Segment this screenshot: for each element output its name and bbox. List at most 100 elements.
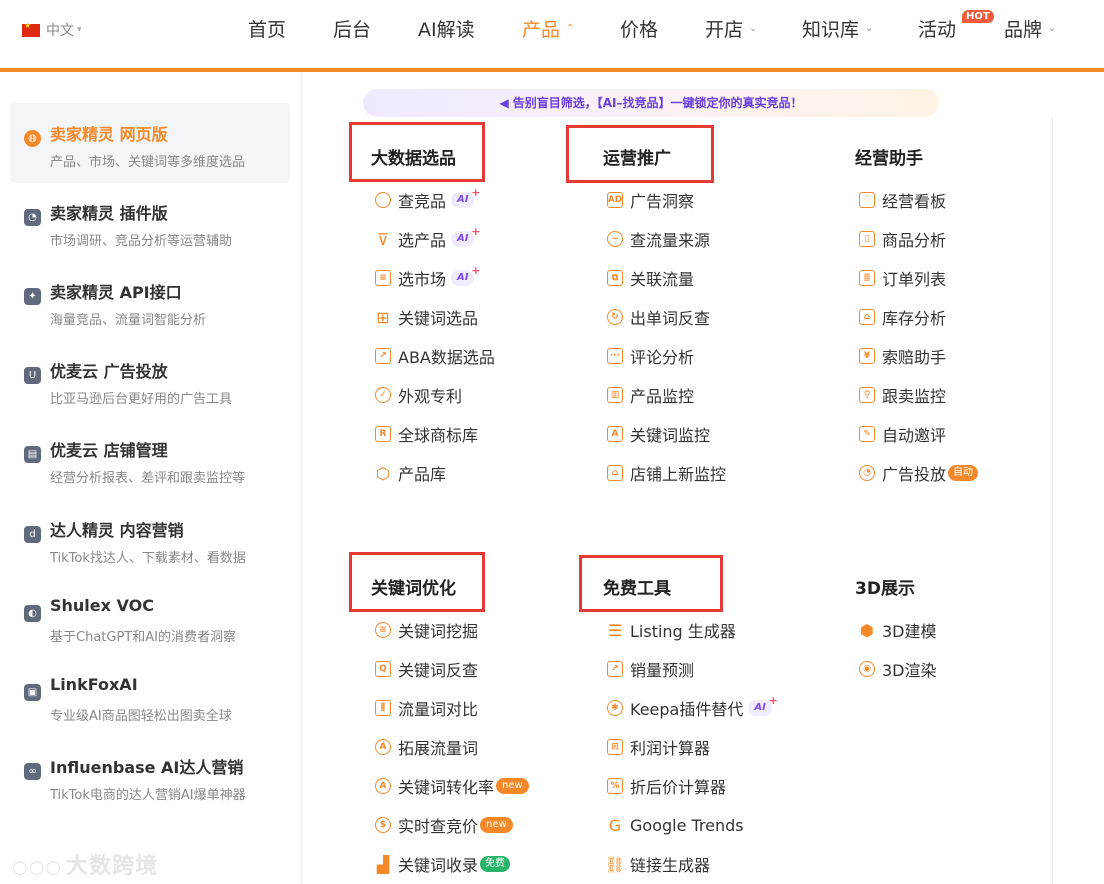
- menu-item-google-trends[interactable]: G Google Trends: [607, 814, 744, 836]
- menu-item-keyword-indexing[interactable]: ▟ 关键词收录 免费: [375, 853, 511, 875]
- menu-item-keyword-monitor[interactable]: A 关键词监控: [607, 423, 710, 445]
- section-title-keyword-optimization: 关键词优化: [371, 579, 456, 599]
- nav-label: 后台: [333, 19, 372, 41]
- menu-item-inventory-analysis[interactable]: ⌂ 库存分析: [859, 306, 946, 328]
- menu-item-label: Google Trends: [630, 815, 744, 835]
- menu-item-product-select[interactable]: ⊽ 选产品 AI: [375, 224, 481, 250]
- sidebar-item-title: 卖家精灵 插件版: [50, 204, 168, 223]
- menu-item-3d-modeling[interactable]: ⬢ 3D建模: [859, 619, 937, 642]
- chevron-down-icon: ▾: [77, 25, 82, 35]
- link-icon: ∞: [24, 763, 41, 780]
- menu-item-new-listing-monitor[interactable]: ⌂ 店铺上新监控: [607, 462, 726, 484]
- menu-item-keyword-mining[interactable]: ≡ 关键词挖掘: [375, 619, 478, 641]
- menu-item-competitor-search[interactable]: 查竞品 AI: [375, 185, 481, 211]
- menu-item-order-keyword-reverse[interactable]: ↻ 出单词反查: [607, 306, 710, 328]
- menu-item-ad-insight[interactable]: AD 广告洞察: [607, 189, 694, 211]
- menu-item-3d-rendering[interactable]: ◉ 3D渲染: [859, 658, 937, 680]
- watermark-text: 大数跨境: [66, 854, 159, 879]
- menu-item-ad-placement[interactable]: ◔ 广告投放 自动: [859, 462, 979, 484]
- box-icon: ⬡: [376, 463, 390, 483]
- menu-item-label: 3D渲染: [882, 661, 937, 680]
- menu-item-keyword-product[interactable]: ⊞ 关键词选品: [375, 306, 478, 329]
- menu-item-aba-data[interactable]: ↗ ABA数据选品: [375, 345, 495, 367]
- menu-item-discount-calculator[interactable]: % 折后价计算器: [607, 775, 726, 797]
- product-analysis-icon: ▯: [859, 231, 875, 247]
- menu-item-keyword-conversion-rate[interactable]: A 关键词转化率 new: [375, 775, 529, 797]
- menu-item-review-analysis[interactable]: ··· 评论分析: [607, 345, 694, 367]
- menu-item-trademark-db[interactable]: R 全球商标库: [375, 423, 478, 445]
- sidebar-item-desc: TikTok找达人、下载素材、看数据: [50, 551, 246, 566]
- hot-badge: HOT: [962, 10, 994, 23]
- menu-item-market-select[interactable]: ≡ 选市场 AI: [375, 263, 481, 289]
- menu-item-label: 链接生成器: [630, 856, 711, 875]
- sidebar-item-influenbase[interactable]: ∞ Influenbase AI达人营销 TikTok电商的达人营销AI爆单神器: [10, 736, 290, 816]
- trademark-icon: R: [375, 426, 391, 442]
- sidebar-item-title: 达人精灵 内容营销: [50, 521, 184, 540]
- ai-badge: AI: [451, 185, 481, 208]
- menu-item-label: 出单词反查: [630, 309, 711, 328]
- nav-brand[interactable]: 品牌 ⌄: [1004, 15, 1056, 42]
- menu-item-keyword-reverse[interactable]: Q 关键词反查: [375, 658, 478, 680]
- menu-item-product-db[interactable]: ⬡ 产品库: [375, 462, 447, 485]
- menu-item-related-traffic[interactable]: ⧉ 关联流量: [607, 267, 694, 289]
- menu-item-label: 产品库: [398, 465, 447, 484]
- menu-item-label: 关键词挖掘: [398, 622, 479, 641]
- inventory-icon: ⌂: [859, 309, 875, 325]
- ai-badge: AI: [748, 693, 778, 716]
- menu-item-traffic-source[interactable]: ~ 查流量来源: [607, 228, 710, 250]
- nav-label: 活动: [918, 19, 957, 41]
- nav-ai-insight[interactable]: AI解读: [418, 15, 475, 42]
- index-icon: ▟: [376, 854, 390, 874]
- watermark: ○○○ 大数跨境: [12, 848, 158, 880]
- menu-item-keepa-alternative[interactable]: ✱ Keepa插件替代 AI: [607, 693, 778, 719]
- menu-item-order-list[interactable]: ≣ 订单列表: [859, 267, 946, 289]
- menu-item-listing-generator[interactable]: ☰ Listing 生成器: [607, 619, 736, 642]
- promo-banner[interactable]: ◀ 告别盲目筛选，【AI–找竞品】一键锁定你的真实竞品！: [363, 89, 939, 117]
- menu-item-sales-forecast[interactable]: ↗ 销量预测: [607, 658, 694, 680]
- nav-knowledge[interactable]: 知识库 ⌄: [802, 15, 873, 42]
- nav-home[interactable]: 首页: [248, 15, 286, 42]
- menu-item-design-patent[interactable]: ✓ 外观专利: [375, 384, 462, 406]
- traffic-icon: ~: [607, 231, 623, 247]
- menu-item-product-monitor[interactable]: ▥ 产品监控: [607, 384, 694, 406]
- sidebar-item-umy-ads[interactable]: U 优麦云 广告投放 比亚马逊后台更好用的广告工具: [10, 340, 290, 420]
- list-icon: ☰: [607, 620, 623, 640]
- calculator-icon: ⊞: [607, 739, 623, 755]
- menu-item-product-analysis[interactable]: ▯ 商品分析: [859, 228, 946, 250]
- database-icon: ≡: [375, 622, 391, 638]
- menu-item-auto-review-request[interactable]: ✎ 自动邀评: [859, 423, 946, 445]
- sidebar-item-seller-sprite-plugin[interactable]: ◔ 卖家精灵 插件版 市场调研、竞品分析等运营辅助: [10, 182, 290, 262]
- nav-products[interactable]: 产品 ⌃: [522, 15, 574, 42]
- menu-item-label: 店铺上新监控: [630, 465, 727, 484]
- menu-item-label: 跟卖监控: [882, 387, 947, 406]
- plugin-icon: ◔: [24, 209, 41, 226]
- menu-item-claim-assistant[interactable]: ¥ 索赔助手: [859, 345, 946, 367]
- reverse-icon: ↻: [607, 309, 623, 325]
- menu-item-profit-calculator[interactable]: ⊞ 利润计算器: [607, 736, 710, 758]
- sidebar-item-influencer-sprite[interactable]: d 达人精灵 内容营销 TikTok找达人、下载素材、看数据: [10, 499, 290, 579]
- sidebar-item-shulex-voc[interactable]: ◐ Shulex VOC 基于ChatGPT和AI的消费者洞察: [10, 578, 290, 658]
- sidebar-item-umy-store[interactable]: ▤ 优麦云 店铺管理 经营分析报表、差评和跟卖监控等: [10, 419, 290, 499]
- expand-icon: A: [375, 739, 391, 755]
- sidebar-item-seller-sprite-api[interactable]: ✦ 卖家精灵 API接口 海量竞品、流量词智能分析: [10, 261, 290, 341]
- nav-events[interactable]: 活动: [918, 15, 956, 42]
- menu-item-business-dashboard[interactable]: ♡ 经营看板: [859, 189, 946, 211]
- nav-open-store[interactable]: 开店 ⌄: [705, 15, 757, 42]
- nav-pricing[interactable]: 价格: [620, 15, 658, 42]
- auto-badge: 自动: [948, 465, 979, 481]
- globe-icon: ◍: [24, 130, 41, 147]
- menu-item-link-generator[interactable]: ⛓ 链接生成器: [605, 853, 711, 876]
- menu-item-expand-traffic-keyword[interactable]: A 拓展流量词: [375, 736, 478, 758]
- section-title-3d: 3D展示: [855, 579, 915, 599]
- nav-backend[interactable]: 后台: [333, 15, 371, 42]
- language-selector[interactable]: 中文 ▾: [22, 20, 82, 40]
- menu-item-follow-sell-monitor[interactable]: ⚲ 跟卖监控: [859, 384, 946, 406]
- menu-item-traffic-keyword-compare[interactable]: ⫼ 流量词对比: [375, 697, 478, 719]
- menu-item-realtime-bid[interactable]: $ 实时查竞价 new: [375, 814, 513, 836]
- menu-item-label: 流量词对比: [398, 700, 479, 719]
- menu-item-label: Keepa插件替代: [630, 700, 744, 719]
- sidebar-item-linkfoxai[interactable]: ▣ LinkFoxAI 专业级AI商品图轻松出图卖全球: [10, 657, 290, 737]
- sidebar-item-seller-sprite-web[interactable]: ◍ 卖家精灵 网页版 产品、市场、关键词等多维度选品: [10, 103, 290, 183]
- nav-label: AI解读: [418, 19, 475, 41]
- compare-icon: ⫼: [375, 700, 391, 716]
